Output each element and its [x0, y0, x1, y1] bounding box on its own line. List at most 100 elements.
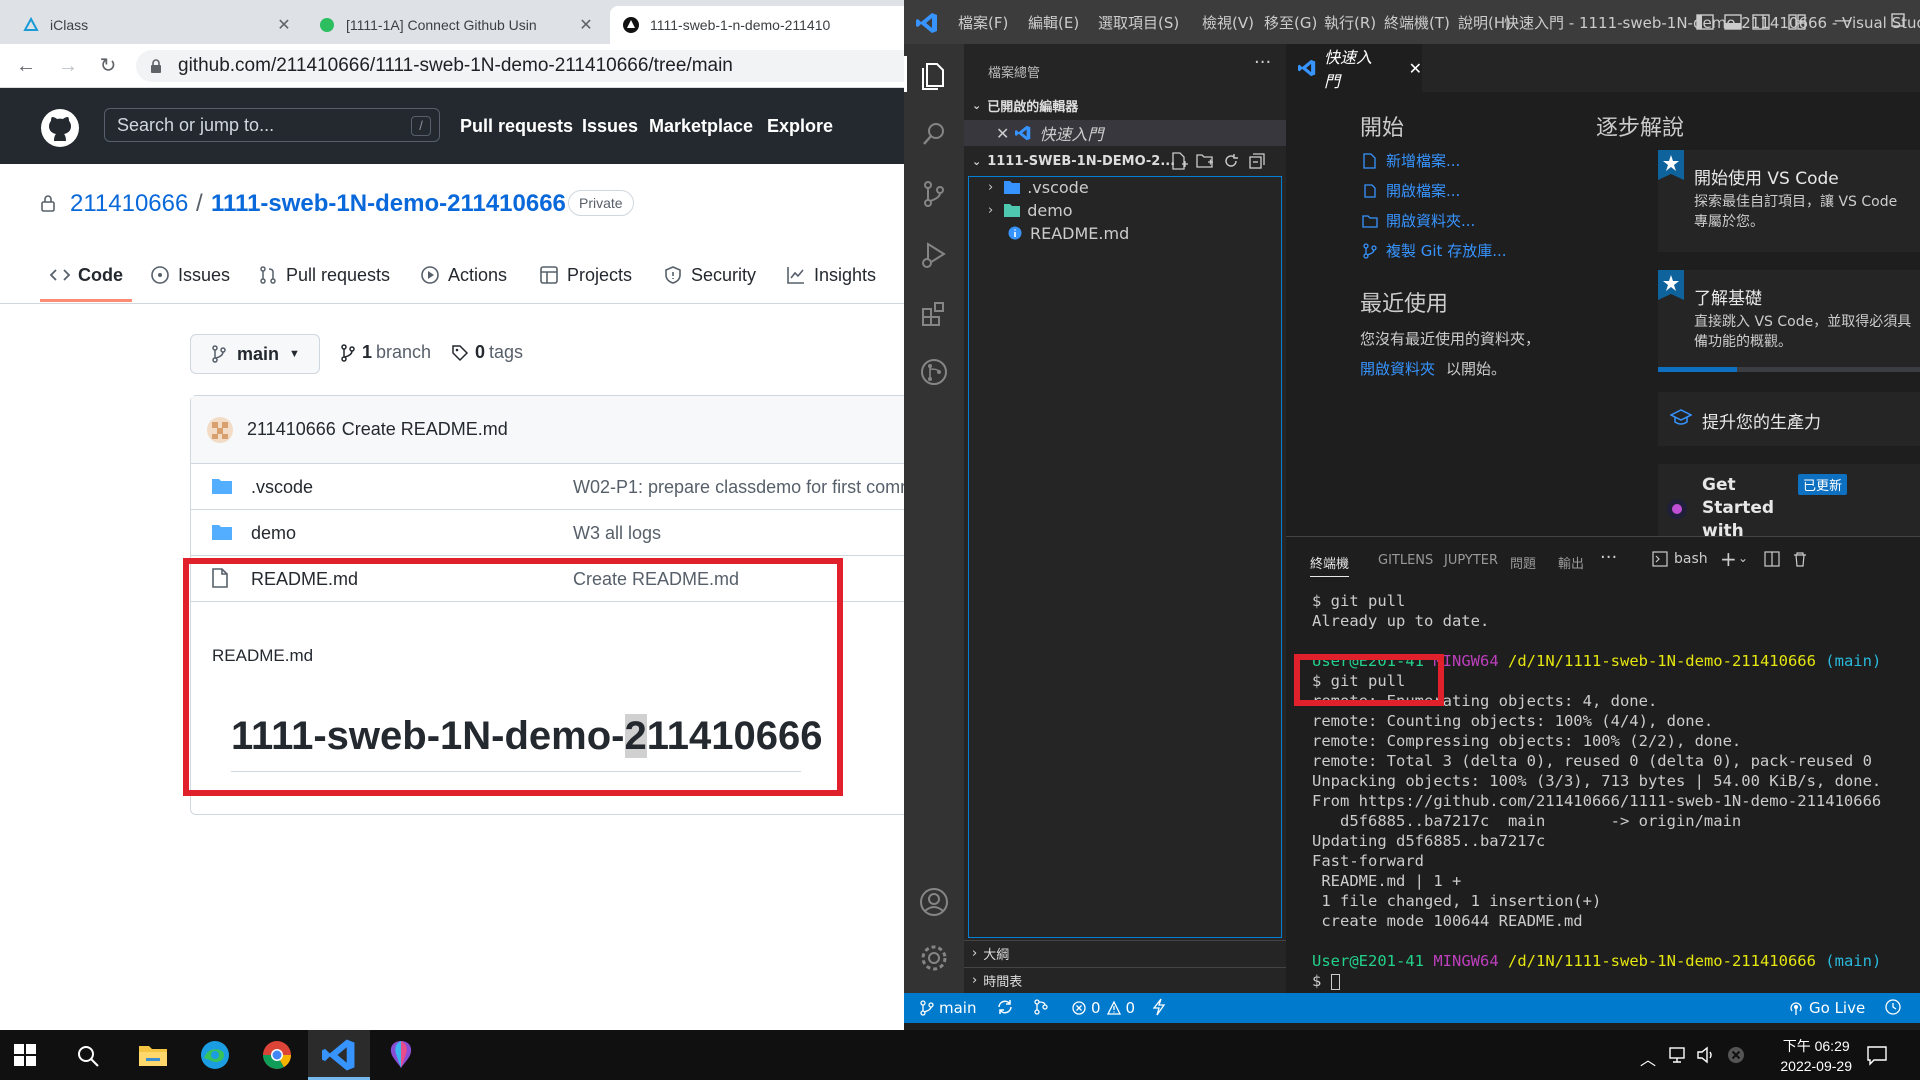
close-icon[interactable]: ✕ — [276, 15, 292, 35]
avatar[interactable] — [207, 416, 233, 443]
new-file-link[interactable]: 新增檔案... — [1362, 150, 1460, 171]
tab-welcome[interactable]: 快速入門 ✕ — [1286, 44, 1422, 92]
new-file-icon[interactable] — [1170, 152, 1188, 170]
sync-icon[interactable] — [996, 998, 1014, 1016]
outline-section[interactable]: › 大綱 — [964, 940, 1286, 966]
menu-file[interactable]: 檔案(F) — [958, 12, 1008, 33]
file-commit-message[interactable]: W02-P1: prepare classdemo for first comm… — [573, 477, 904, 498]
branch-select-button[interactable]: main ▼ — [190, 334, 320, 374]
account-icon[interactable] — [916, 884, 952, 920]
panel-tab-output[interactable]: 輸出 — [1558, 553, 1584, 572]
minimize-icon[interactable]: — — [1834, 10, 1852, 31]
close-icon[interactable]: ✕ — [996, 124, 1009, 143]
github-logo-icon[interactable] — [40, 108, 80, 148]
refresh-icon[interactable] — [1222, 152, 1240, 170]
reload-icon[interactable]: ↻ — [96, 54, 120, 78]
menu-selection[interactable]: 選取項目(S) — [1098, 12, 1179, 33]
menu-go[interactable]: 移至(G) — [1264, 12, 1317, 33]
tab-code[interactable]: Code — [50, 262, 123, 288]
more-actions-icon[interactable]: ··· — [1254, 52, 1271, 73]
tab-issues[interactable]: Issues — [150, 262, 230, 288]
file-name[interactable]: demo — [251, 523, 296, 544]
file-explorer-icon[interactable] — [136, 1038, 170, 1072]
layout-icon[interactable] — [1788, 13, 1806, 31]
extensions-icon[interactable] — [916, 296, 952, 332]
walkthrough-card[interactable]: 開始使用 VS Code 探索最佳自訂項目，讓 VS Code 專屬於您。 — [1658, 150, 1920, 252]
tab-projects[interactable]: Projects — [539, 262, 632, 288]
table-row[interactable]: demo W3 all logs — [191, 510, 904, 556]
status-close-icon[interactable] — [1726, 1045, 1746, 1065]
menu-edit[interactable]: 編輯(E) — [1028, 12, 1079, 33]
tab-security[interactable]: Security — [663, 262, 756, 288]
repo-owner-link[interactable]: 211410666 — [70, 190, 188, 218]
nav-explore[interactable]: Explore — [767, 116, 833, 137]
walkthrough-card[interactable]: 提升您的生產力 — [1658, 392, 1920, 446]
lightning-icon[interactable] — [1152, 998, 1166, 1016]
chrome-tab-iclass[interactable]: iClass ✕ — [10, 6, 304, 44]
open-editors-section[interactable]: ⌄ 已開啟的編輯器 — [964, 92, 1286, 118]
toggle-secondary-sidebar-icon[interactable] — [1752, 13, 1770, 31]
menu-run[interactable]: 執行(R) — [1324, 12, 1376, 33]
walkthrough-card[interactable]: Get Started with GitLens 已更新 — [1658, 464, 1920, 564]
table-row[interactable]: .vscode W02-P1: prepare classdemo for fi… — [191, 464, 904, 510]
collapse-all-icon[interactable] — [1248, 152, 1266, 170]
clone-repo-link[interactable]: 複製 Git 存放庫... — [1362, 240, 1507, 261]
commit-author[interactable]: 211410666 — [247, 419, 336, 440]
tab-insights[interactable]: Insights — [786, 262, 876, 288]
url-input[interactable]: github.com/211410666/1111-sweb-1N-demo-2… — [136, 50, 904, 82]
nav-marketplace[interactable]: Marketplace — [649, 116, 753, 137]
gitlens-icon[interactable] — [916, 354, 952, 390]
panel-tab-problems[interactable]: 問題 — [1510, 553, 1536, 572]
search-icon[interactable] — [916, 116, 952, 152]
repo-name-link[interactable]: 1111-sweb-1N-demo-211410666 — [211, 190, 566, 218]
terminal-shell-select[interactable]: bash — [1652, 551, 1708, 567]
vscode-taskbar-icon[interactable] — [322, 1038, 356, 1072]
close-icon[interactable]: ✕ — [1409, 59, 1422, 78]
github-search-input[interactable]: Search or jump to... / — [104, 108, 440, 142]
panel-tab-gitlens[interactable]: GITLENS — [1378, 553, 1433, 568]
forward-icon[interactable]: → — [56, 54, 80, 78]
gitlens-status-icon[interactable] — [1032, 998, 1050, 1016]
new-folder-icon[interactable] — [1196, 152, 1214, 170]
new-terminal-icon[interactable]: + — [1720, 547, 1737, 571]
open-file-link[interactable]: 開啟檔案... — [1362, 180, 1460, 201]
back-icon[interactable]: ← — [14, 54, 38, 78]
tags-link[interactable]: 0 tags — [451, 342, 523, 363]
file-name[interactable]: .vscode — [251, 477, 313, 498]
panel-tab-terminal[interactable]: 終端機 — [1310, 553, 1350, 577]
status-branch[interactable]: main — [920, 999, 976, 1017]
walkthrough-card[interactable]: 了解基礎 直接跳入 VS Code，並取得必須具備功能的概觀。 — [1658, 270, 1920, 372]
app-balloon-icon[interactable] — [384, 1038, 418, 1072]
problems-status[interactable]: 0 0 — [1072, 999, 1135, 1017]
commit-message[interactable]: Create README.md — [342, 419, 508, 440]
notification-icon[interactable] — [1866, 1044, 1888, 1066]
nav-issues[interactable]: Issues — [582, 116, 638, 137]
toggle-sidebar-icon[interactable] — [1696, 13, 1714, 31]
file-commit-message[interactable]: W3 all logs — [573, 523, 661, 544]
run-debug-icon[interactable] — [916, 236, 952, 272]
timeline-section[interactable]: › 時間表 — [964, 967, 1286, 993]
open-editor-item[interactable]: ✕ 快速入門 — [964, 120, 1286, 146]
trash-icon[interactable] — [1792, 551, 1808, 567]
windows-start-icon[interactable] — [14, 1044, 48, 1078]
toggle-panel-icon[interactable] — [1724, 13, 1742, 31]
split-terminal-icon[interactable] — [1764, 551, 1780, 567]
close-icon[interactable]: ✕ — [578, 15, 594, 35]
terminal-output[interactable]: $ git pull Already up to date. User@E201-… — [1312, 591, 1912, 991]
chrome-tab-github[interactable]: 1111-sweb-1-n-demo-211410 — [610, 6, 904, 44]
recent-open-folder-link[interactable]: 開啟資料夾 — [1360, 358, 1435, 379]
edge-icon[interactable] — [198, 1038, 232, 1072]
nav-pull-requests[interactable]: Pull requests — [460, 116, 573, 137]
menu-terminal[interactable]: 終端機(T) — [1384, 12, 1450, 33]
gear-icon[interactable] — [916, 940, 952, 976]
tab-actions[interactable]: Actions — [420, 262, 507, 288]
system-clock[interactable]: 下午 06:29 2022-09-29 — [1780, 1036, 1852, 1076]
chrome-icon[interactable] — [260, 1038, 294, 1072]
history-icon[interactable] — [1884, 998, 1902, 1016]
search-icon[interactable] — [76, 1044, 110, 1078]
maximize-icon[interactable] — [1890, 12, 1906, 28]
files-icon[interactable] — [916, 56, 952, 92]
menu-view[interactable]: 檢視(V) — [1202, 12, 1254, 33]
chevron-down-icon[interactable]: ⌄ — [1738, 551, 1748, 565]
branches-link[interactable]: 1 branch — [340, 342, 431, 363]
